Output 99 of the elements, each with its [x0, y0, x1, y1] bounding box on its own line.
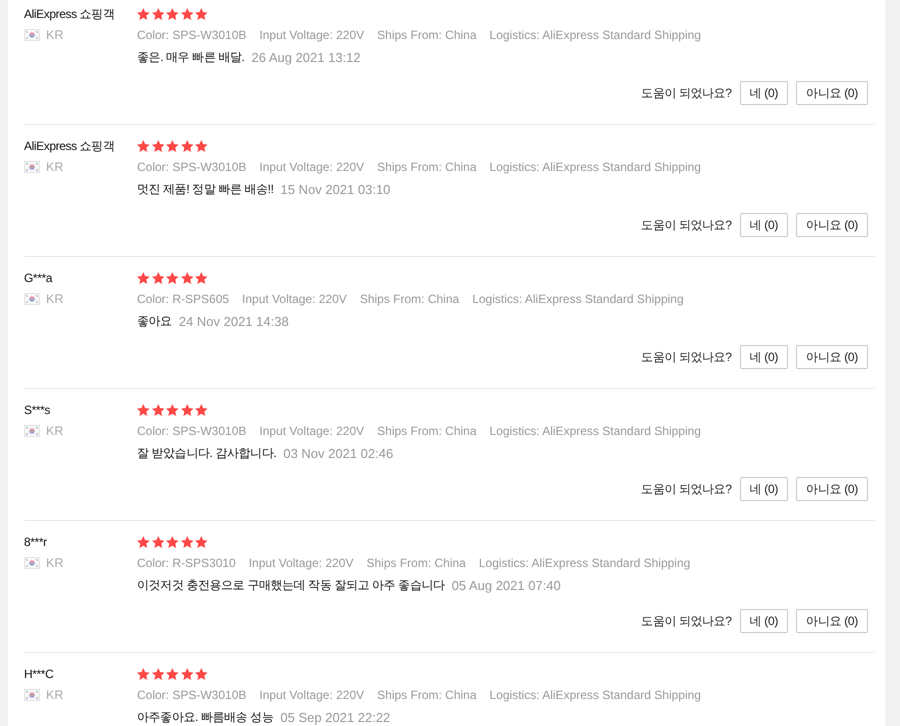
helpful-question: 도움이 되었나요? [641, 612, 732, 630]
product-attribute: Logistics: AliExpress Standard Shipping [490, 28, 701, 42]
product-attribute: Input Voltage: 220V [259, 688, 364, 702]
review-date: 26 Aug 2021 13:12 [251, 50, 361, 64]
star-icon [195, 536, 208, 548]
product-attribute: Logistics: AliExpress Standard Shipping [472, 292, 684, 306]
reviewer-name: H***C [24, 666, 54, 683]
star-icon [180, 272, 194, 284]
product-attribute: Ships From: China [377, 424, 477, 438]
product-attribute: Color: SPS-W3010B [137, 424, 246, 438]
country-code: KR [46, 160, 64, 174]
reviewer-name: S***s [24, 402, 50, 419]
review-comment: 좋아요 [137, 312, 172, 330]
helpful-no-button[interactable]: 아니요 (0) [796, 213, 868, 237]
star-icon [180, 668, 194, 680]
review-comment: 잘 받았습니다. 감사합니다. [137, 444, 276, 462]
product-attribute: Ships From: China [377, 160, 477, 174]
reviewer-name: 8***r [24, 534, 47, 551]
product-attribute: Input Voltage: 220V [259, 160, 364, 174]
product-attribute: Logistics: AliExpress Standard Shipping [490, 160, 701, 174]
product-attribute: Color: SPS-W3010B [137, 160, 246, 174]
star-icon [137, 272, 150, 284]
helpful-question: 도움이 되었나요? [641, 84, 732, 102]
star-icon [166, 140, 179, 152]
review-comment: 좋은. 매우 빠른 배달. [137, 48, 244, 66]
star-icon [137, 404, 150, 416]
product-attribute: Color: R-SPS3010 [137, 556, 236, 570]
flag-icon [24, 29, 40, 41]
flag-icon [24, 425, 40, 437]
star-icon [166, 404, 179, 416]
star-icon [180, 8, 194, 20]
country-code: KR [46, 424, 64, 438]
product-attribute: Color: R-SPS605 [137, 292, 230, 306]
helpful-question: 도움이 되었나요? [641, 348, 732, 366]
star-icon [166, 536, 179, 548]
review-date: 15 Nov 2021 03:10 [280, 182, 390, 196]
star-icon [195, 668, 208, 680]
flag-icon [24, 293, 40, 305]
helpful-yes-button[interactable]: 네 (0) [740, 477, 788, 501]
star-icon [166, 272, 179, 284]
product-attribute: Logistics: AliExpress Standard Shipping [478, 556, 690, 570]
product-attribute: Input Voltage: 220V [259, 424, 364, 438]
product-attribute: Ships From: China [366, 556, 466, 570]
product-attribute: Logistics: AliExpress Standard Shipping [490, 424, 701, 438]
star-icon [180, 404, 194, 416]
product-attribute: Color: SPS-W3010B [137, 688, 246, 702]
star-icon [137, 536, 150, 548]
helpful-no-button[interactable]: 아니요 (0) [796, 345, 868, 369]
star-icon [180, 536, 194, 548]
reviewer-name: AliExpress 쇼핑객 [24, 138, 114, 155]
review-date: 24 Nov 2021 14:38 [178, 314, 289, 328]
review-date: 03 Nov 2021 02:46 [283, 446, 394, 460]
star-icon [195, 140, 208, 152]
country-code: KR [46, 556, 64, 570]
product-attribute: Logistics: AliExpress Standard Shipping [490, 688, 701, 702]
country-code: KR [46, 292, 64, 306]
helpful-yes-button[interactable]: 네 (0) [740, 213, 788, 237]
flag-icon [24, 557, 40, 569]
star-icon [152, 272, 164, 284]
star-icon [152, 536, 164, 548]
star-icon [152, 668, 164, 680]
helpful-yes-button[interactable]: 네 (0) [740, 345, 788, 369]
flag-icon [24, 161, 40, 173]
star-icon [195, 404, 208, 416]
star-icon [152, 404, 164, 416]
product-attribute: Ships From: China [377, 28, 477, 42]
star-icon [152, 140, 164, 152]
helpful-no-button[interactable]: 아니요 (0) [796, 609, 868, 633]
product-attribute: Input Voltage: 220V [248, 556, 354, 570]
review-date: 05 Aug 2021 07:40 [452, 578, 561, 592]
star-icon [180, 140, 194, 152]
product-attribute: Color: SPS-W3010B [137, 28, 246, 42]
product-attribute: Ships From: China [377, 688, 477, 702]
country-code: KR [46, 28, 64, 42]
helpful-yes-button[interactable]: 네 (0) [740, 81, 788, 105]
product-attribute: Input Voltage: 220V [259, 28, 364, 42]
review-comment: 멋진 제품! 정말 빠른 배송!! [137, 180, 274, 198]
star-icon [195, 272, 208, 284]
reviewer-name: G***a [24, 270, 52, 287]
star-icon [137, 8, 150, 20]
country-code: KR [46, 688, 64, 702]
helpful-question: 도움이 되었나요? [641, 480, 732, 498]
star-icon [166, 668, 179, 680]
star-icon [137, 668, 150, 680]
product-attribute: Ships From: China [360, 292, 460, 306]
review-comment: 이것저것 충전용으로 구매했는데 작동 잘되고 아주 좋습니다 [137, 576, 445, 594]
flag-icon [24, 689, 40, 701]
helpful-yes-button[interactable]: 네 (0) [740, 609, 788, 633]
review-date: 05 Sep 2021 22:22 [280, 710, 390, 724]
reviewer-name: AliExpress 쇼핑객 [24, 6, 114, 23]
star-icon [137, 140, 150, 152]
product-attribute: Input Voltage: 220V [242, 292, 347, 306]
helpful-no-button[interactable]: 아니요 (0) [796, 477, 868, 501]
star-icon [152, 8, 164, 20]
star-icon [166, 8, 179, 20]
review-comment: 아주좋아요. 빠름배송 성능 [137, 708, 274, 726]
helpful-no-button[interactable]: 아니요 (0) [796, 81, 868, 105]
star-icon [195, 8, 208, 20]
helpful-question: 도움이 되었나요? [641, 216, 732, 234]
